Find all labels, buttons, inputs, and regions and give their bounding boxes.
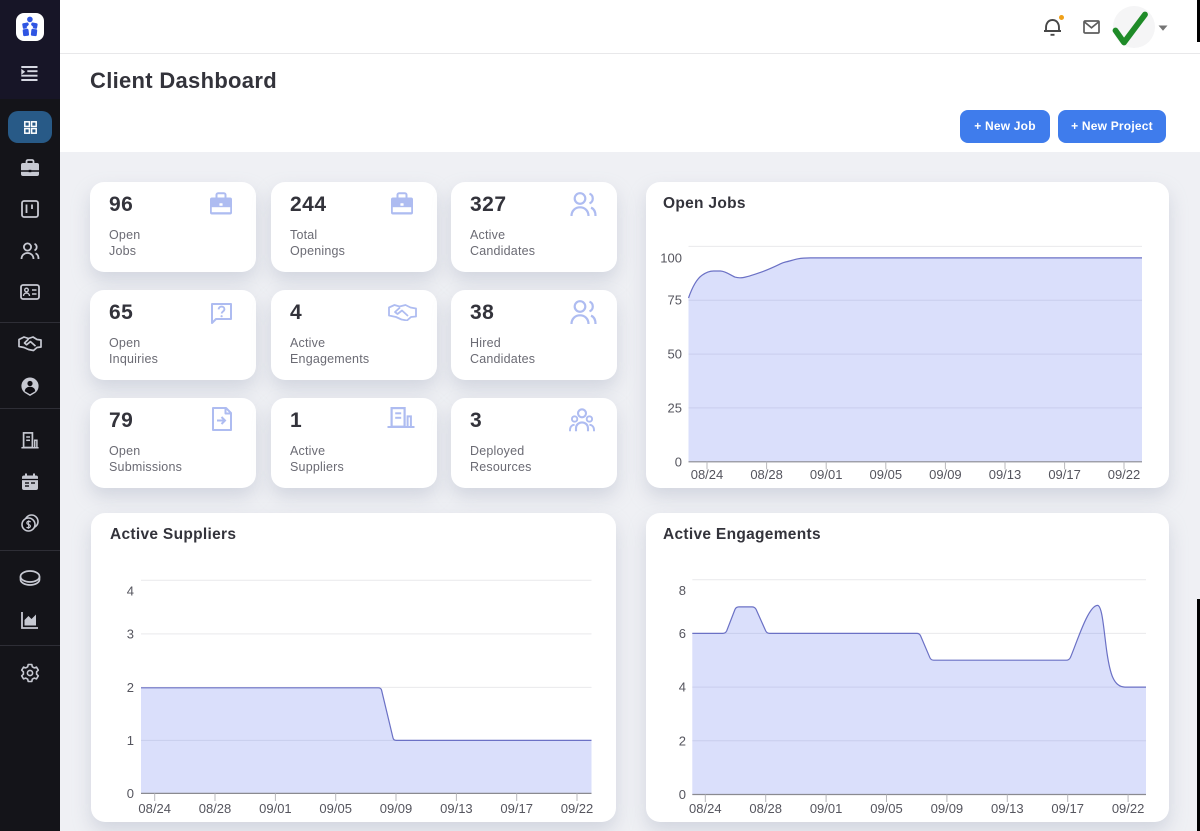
svg-text:09/13: 09/13 (440, 801, 473, 816)
svg-text:09/17: 09/17 (1051, 801, 1084, 816)
svg-text:6: 6 (679, 626, 686, 641)
svg-text:09/22: 09/22 (1108, 467, 1141, 482)
svg-text:09/01: 09/01 (810, 801, 843, 816)
svg-text:75: 75 (668, 293, 682, 308)
svg-text:4: 4 (679, 680, 686, 695)
svg-text:08/24: 08/24 (691, 467, 724, 482)
svg-text:09/09: 09/09 (380, 801, 413, 816)
svg-text:09/09: 09/09 (929, 467, 962, 482)
svg-text:1: 1 (127, 733, 134, 748)
svg-text:8: 8 (679, 583, 686, 598)
svg-text:09/22: 09/22 (561, 801, 594, 816)
svg-text:0: 0 (127, 786, 134, 801)
svg-text:09/13: 09/13 (989, 467, 1022, 482)
svg-text:100: 100 (660, 251, 682, 266)
svg-text:09/05: 09/05 (319, 801, 352, 816)
svg-text:09/17: 09/17 (500, 801, 533, 816)
svg-text:25: 25 (668, 400, 682, 415)
svg-text:4: 4 (127, 584, 134, 599)
svg-text:08/28: 08/28 (199, 801, 232, 816)
svg-text:08/28: 08/28 (749, 801, 782, 816)
svg-text:08/24: 08/24 (689, 801, 722, 816)
svg-text:09/09: 09/09 (931, 801, 964, 816)
svg-text:0: 0 (679, 787, 686, 802)
svg-text:09/17: 09/17 (1048, 467, 1081, 482)
svg-text:09/22: 09/22 (1112, 801, 1145, 816)
svg-text:08/24: 08/24 (138, 801, 171, 816)
svg-text:3: 3 (127, 627, 134, 642)
svg-text:09/05: 09/05 (870, 801, 903, 816)
svg-text:09/13: 09/13 (991, 801, 1024, 816)
svg-text:09/01: 09/01 (810, 467, 843, 482)
svg-text:50: 50 (668, 347, 682, 362)
svg-text:08/28: 08/28 (750, 467, 783, 482)
svg-text:2: 2 (679, 733, 686, 748)
svg-text:09/01: 09/01 (259, 801, 292, 816)
svg-text:09/05: 09/05 (870, 467, 903, 482)
svg-text:0: 0 (675, 454, 682, 469)
svg-text:2: 2 (127, 680, 134, 695)
